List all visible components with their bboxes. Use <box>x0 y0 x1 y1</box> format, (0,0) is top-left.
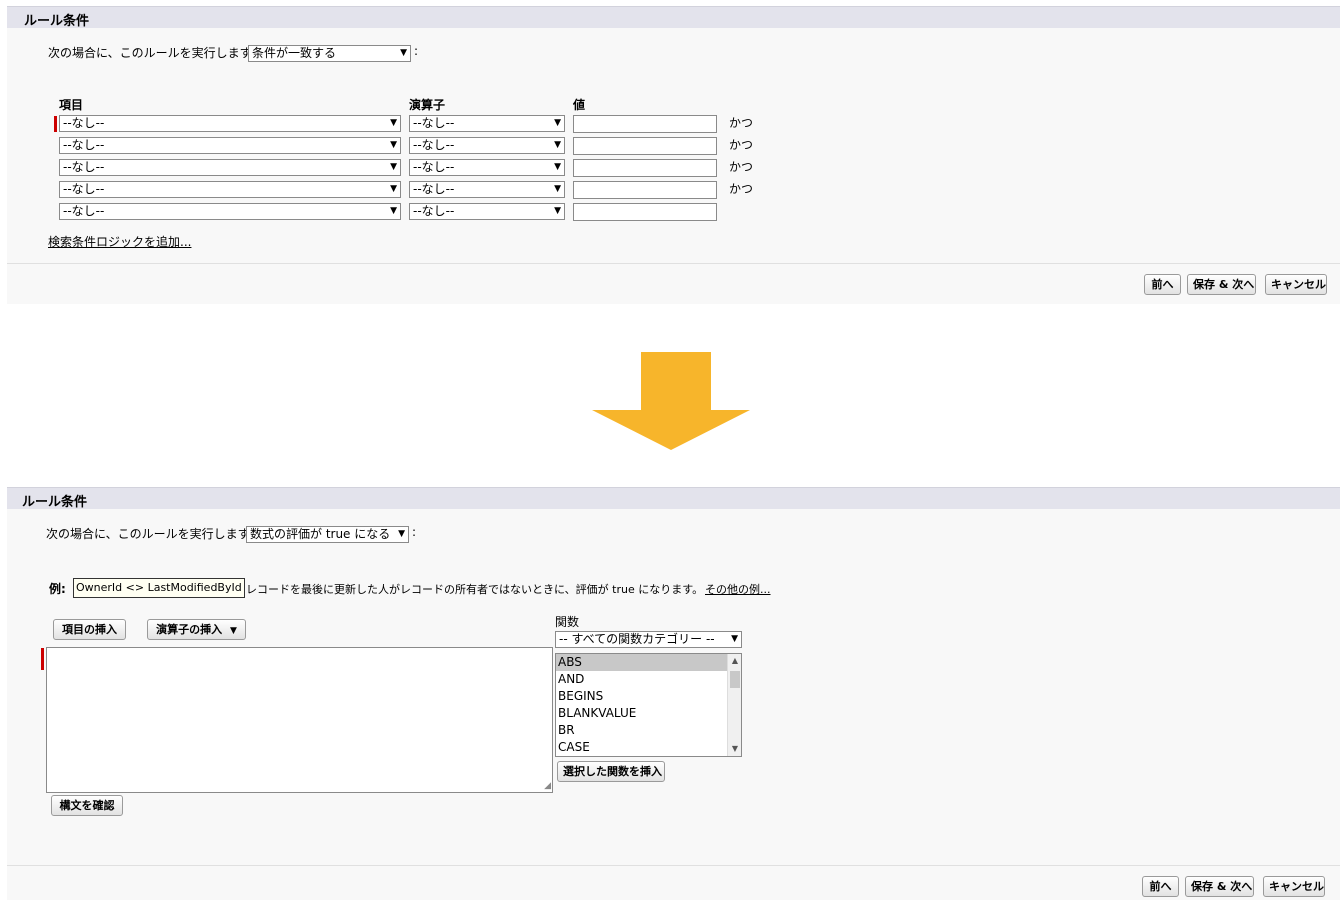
criteria-field-value: --なし-- <box>63 138 105 152</box>
insert-operator-label: 演算子の挿入 <box>156 623 223 636</box>
required-indicator <box>54 116 57 132</box>
chevron-down-icon: ▼ <box>554 162 561 172</box>
criteria-field-select-2[interactable]: --なし-- ▼ <box>59 137 401 154</box>
required-indicator <box>41 648 44 670</box>
example-label: 例: <box>49 582 66 596</box>
criteria-operator-select-4[interactable]: --なし-- ▼ <box>409 181 565 198</box>
scroll-up-icon[interactable]: ▲ <box>728 654 741 668</box>
column-header-value: 値 <box>573 98 586 112</box>
more-examples-link[interactable]: その他の例... <box>705 581 771 597</box>
criteria-field-value: --なし-- <box>63 160 105 174</box>
criteria-operator-select-1[interactable]: --なし-- ▼ <box>409 115 565 132</box>
chevron-down-icon: ▼ <box>229 626 237 636</box>
column-header-field: 項目 <box>59 98 84 112</box>
listbox-scrollbar[interactable]: ▲ ▼ <box>727 654 741 756</box>
insert-function-button[interactable]: 選択した関数を挿入 <box>557 761 665 782</box>
chevron-down-icon: ▼ <box>400 48 407 58</box>
section-header: ルール条件 <box>7 487 1340 510</box>
function-category-value: -- すべての関数カテゴリー -- <box>559 632 715 646</box>
criteria-value-input-3[interactable] <box>573 159 717 177</box>
criteria-field-value: --なし-- <box>63 116 105 130</box>
criteria-field-select-5[interactable]: --なし-- ▼ <box>59 203 401 220</box>
chevron-down-icon: ▼ <box>390 118 397 128</box>
run-rule-prompt: 次の場合に、このルールを実行します。 <box>46 527 261 541</box>
function-item-begins[interactable]: BEGINS <box>556 688 741 705</box>
chevron-down-icon: ▼ <box>731 634 738 644</box>
criteria-field-select-4[interactable]: --なし-- ▼ <box>59 181 401 198</box>
cancel-button[interactable]: キャンセル <box>1263 876 1325 897</box>
run-rule-select[interactable]: 数式の評価が true になる ▼ <box>246 526 409 543</box>
criteria-connector: かつ <box>729 116 754 130</box>
function-category-select[interactable]: -- すべての関数カテゴリー -- ▼ <box>555 631 742 648</box>
criteria-operator-select-5[interactable]: --なし-- ▼ <box>409 203 565 220</box>
chevron-down-icon: ▼ <box>554 118 561 128</box>
resize-grip-icon[interactable]: ◢ <box>544 782 551 791</box>
prev-button[interactable]: 前へ <box>1144 274 1181 295</box>
insert-operator-button[interactable]: 演算子の挿入 ▼ <box>147 619 246 640</box>
prev-button[interactable]: 前へ <box>1142 876 1179 897</box>
example-description: レコードを最後に更新した人がレコードの所有者ではないときに、評価が true に… <box>246 583 704 596</box>
run-rule-prompt: 次の場合に、このルールを実行します。 <box>48 46 263 60</box>
colon: : <box>414 44 419 58</box>
criteria-field-select-1[interactable]: --なし-- ▼ <box>59 115 401 132</box>
scroll-thumb[interactable] <box>730 671 740 688</box>
criteria-value-input-1[interactable] <box>573 115 717 133</box>
example-formula: OwnerId <> LastModifiedById <box>73 578 245 598</box>
chevron-down-icon: ▼ <box>554 184 561 194</box>
chevron-down-icon: ▼ <box>398 529 405 539</box>
function-item-blankvalue[interactable]: BLANKVALUE <box>556 705 741 722</box>
function-item-br[interactable]: BR <box>556 722 741 739</box>
criteria-operator-value: --なし-- <box>413 116 455 130</box>
colon: : <box>412 525 417 539</box>
cancel-button[interactable]: キャンセル <box>1265 274 1327 295</box>
run-rule-select-value: 条件が一致する <box>252 46 337 60</box>
rule-criteria-panel-bottom: ルール条件 次の場合に、このルールを実行します。 数式の評価が true になる… <box>7 487 1340 900</box>
run-rule-select[interactable]: 条件が一致する ▼ <box>248 45 411 62</box>
check-syntax-button[interactable]: 構文を確認 <box>51 795 123 816</box>
arrow-down-icon <box>592 352 750 450</box>
chevron-down-icon: ▼ <box>554 206 561 216</box>
divider <box>7 263 1340 264</box>
criteria-connector: かつ <box>729 138 754 152</box>
chevron-down-icon: ▼ <box>390 184 397 194</box>
function-item-and[interactable]: AND <box>556 671 741 688</box>
functions-label: 関数 <box>555 615 580 629</box>
scroll-down-icon[interactable]: ▼ <box>728 742 741 756</box>
chevron-down-icon: ▼ <box>390 162 397 172</box>
criteria-operator-value: --なし-- <box>413 182 455 196</box>
chevron-down-icon: ▼ <box>390 206 397 216</box>
criteria-field-value: --なし-- <box>63 204 105 218</box>
insert-field-button[interactable]: 項目の挿入 <box>53 619 126 640</box>
criteria-operator-value: --なし-- <box>413 138 455 152</box>
function-item-case[interactable]: CASE <box>556 739 741 756</box>
criteria-operator-select-2[interactable]: --なし-- ▼ <box>409 137 565 154</box>
add-filter-logic-link[interactable]: 検索条件ロジックを追加... <box>48 233 191 250</box>
criteria-connector: かつ <box>729 182 754 196</box>
criteria-operator-select-3[interactable]: --なし-- ▼ <box>409 159 565 176</box>
chevron-down-icon: ▼ <box>554 140 561 150</box>
divider <box>7 865 1340 866</box>
save-next-button[interactable]: 保存 & 次へ <box>1185 876 1254 897</box>
criteria-field-value: --なし-- <box>63 182 105 196</box>
criteria-operator-value: --なし-- <box>413 204 455 218</box>
criteria-connector: かつ <box>729 160 754 174</box>
formula-textarea[interactable]: ◢ <box>46 647 553 793</box>
rule-criteria-panel-top: ルール条件 次の場合に、このルールを実行します。 条件が一致する ▼ : 項目 … <box>7 6 1340 304</box>
functions-listbox[interactable]: ABS AND BEGINS BLANKVALUE BR CASE ▲ ▼ <box>555 653 742 757</box>
criteria-value-input-4[interactable] <box>573 181 717 199</box>
function-item-abs[interactable]: ABS <box>556 654 741 671</box>
chevron-down-icon: ▼ <box>390 140 397 150</box>
criteria-value-input-2[interactable] <box>573 137 717 155</box>
save-next-button[interactable]: 保存 & 次へ <box>1187 274 1256 295</box>
section-header: ルール条件 <box>7 6 1340 29</box>
run-rule-select-value: 数式の評価が true になる <box>250 527 391 541</box>
criteria-field-select-3[interactable]: --なし-- ▼ <box>59 159 401 176</box>
criteria-value-input-5[interactable] <box>573 203 717 221</box>
criteria-operator-value: --なし-- <box>413 160 455 174</box>
column-header-operator: 演算子 <box>409 98 446 112</box>
